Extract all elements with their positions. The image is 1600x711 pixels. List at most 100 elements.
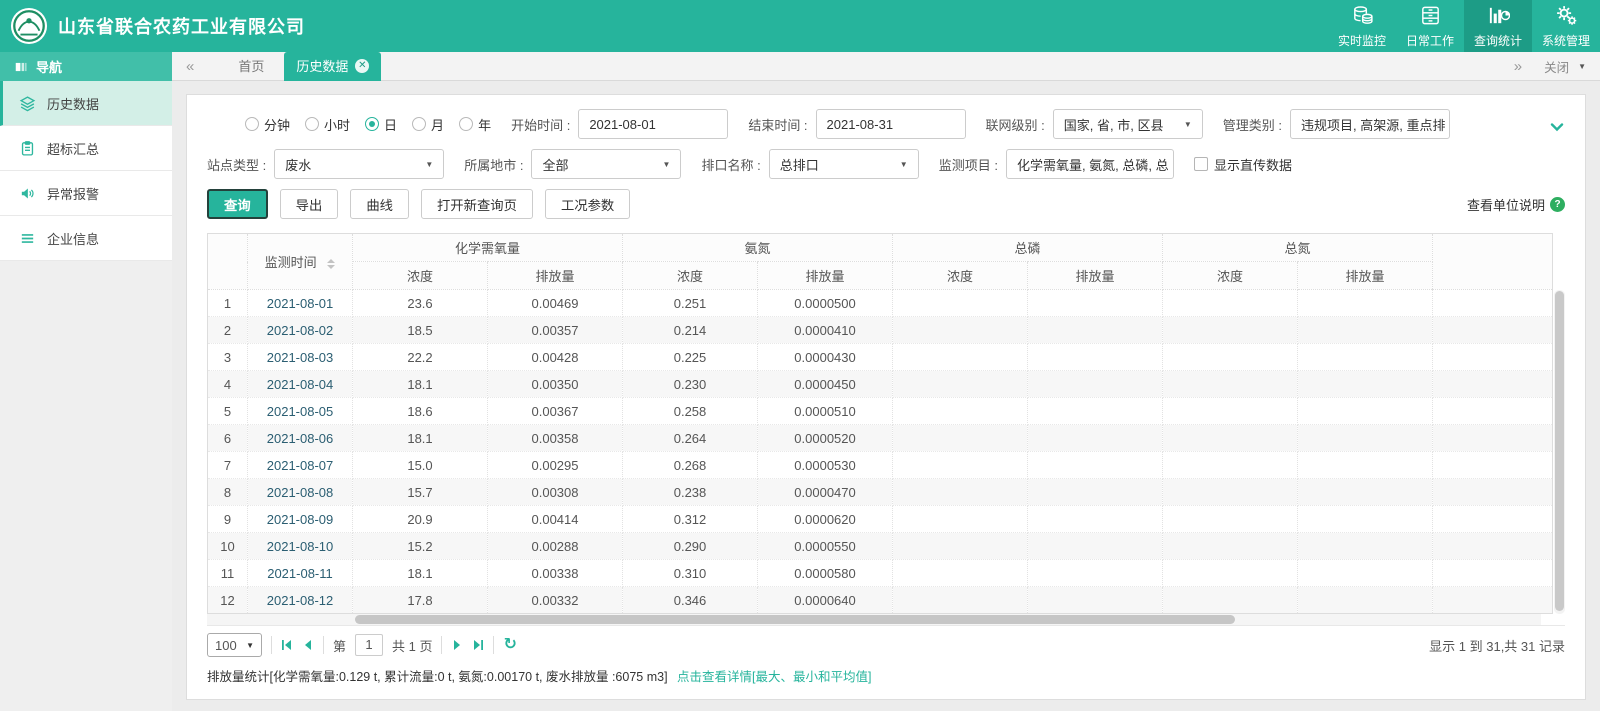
tab-home[interactable]: 首页 — [218, 52, 284, 81]
query-button[interactable]: 查询 — [207, 189, 268, 219]
table-row[interactable]: 8 2021-08-08 15.7 0.00308 0.238 0.0000470 — [207, 478, 1553, 506]
row-value — [1297, 397, 1434, 425]
row-value — [892, 586, 1029, 614]
first-page-button[interactable] — [281, 639, 293, 651]
radio-minute[interactable]: 分钟 — [245, 115, 290, 134]
help-icon[interactable]: ? — [1550, 196, 1565, 212]
close-tabs-menu[interactable]: 关闭 ▼ — [1544, 57, 1586, 76]
topnav-query-statistics[interactable]: 查询统计 — [1464, 0, 1532, 52]
new-query-page-button[interactable]: 打开新查询页 — [420, 189, 533, 219]
page-size-value: 100 — [215, 637, 237, 653]
sidebar-item-label: 企业信息 — [47, 231, 100, 247]
row-value: 18.1 — [352, 370, 488, 398]
table-row[interactable]: 3 2021-08-03 22.2 0.00428 0.225 0.0000430 — [207, 343, 1553, 371]
filter-row-1: 分钟 小时 日 月 年 开始时间 : 2021-08-01 结束时间 : 202… — [207, 109, 1565, 139]
database-icon — [1351, 4, 1374, 30]
prev-page-button[interactable] — [302, 639, 314, 651]
last-page-button[interactable] — [472, 639, 484, 651]
manage-type-select[interactable]: 违规项目, 高架源, 重点排 ▼ — [1290, 109, 1451, 139]
topnav-realtime-monitor[interactable]: 实时监控 — [1328, 0, 1396, 52]
sub-header-emis: 排放量 — [757, 261, 894, 290]
sidebar-item-history-data[interactable]: 历史数据 — [0, 81, 172, 126]
scrollbar-thumb[interactable] — [1555, 291, 1564, 611]
collapse-filters-icon[interactable] — [1549, 119, 1565, 138]
row-value: 0.0000580 — [757, 559, 894, 587]
page-size-select[interactable]: 100 ▼ — [207, 633, 262, 657]
monitor-item-select[interactable]: 化学需氧量, 氨氮, 总磷, 总 ▼ — [1005, 149, 1174, 179]
curve-button[interactable]: 曲线 — [350, 189, 409, 219]
station-type-select[interactable]: 废水 ▼ — [274, 149, 445, 179]
row-index: 7 — [207, 451, 248, 479]
network-level-select[interactable]: 国家, 省, 市, 区县 ▼ — [1052, 109, 1203, 139]
row-value — [1027, 370, 1164, 398]
checkbox-icon[interactable] — [1193, 157, 1208, 171]
start-time-input[interactable]: 2021-08-01 — [578, 109, 729, 139]
table-row[interactable]: 4 2021-08-04 18.1 0.00350 0.230 0.0000450 — [207, 370, 1553, 398]
unit-help[interactable]: 查看单位说明 ? — [1467, 195, 1565, 214]
row-value: 0.346 — [622, 586, 759, 614]
city-select[interactable]: 全部 ▼ — [531, 149, 682, 179]
row-value: 0.00414 — [487, 505, 624, 533]
row-value — [892, 505, 1029, 533]
table-row[interactable]: 6 2021-08-06 18.1 0.00358 0.264 0.0000520 — [207, 424, 1553, 452]
sidebar-title: 导航 — [36, 60, 63, 75]
manage-type-label: 管理类别 : — [1222, 117, 1283, 133]
export-button[interactable]: 导出 — [279, 189, 339, 219]
topnav-daily-work[interactable]: 日常工作 — [1396, 0, 1464, 52]
radio-month[interactable]: 月 — [412, 115, 444, 134]
table-row[interactable]: 2 2021-08-02 18.5 0.00357 0.214 0.0000410 — [207, 316, 1553, 344]
row-index: 8 — [207, 478, 248, 506]
time-column-header[interactable]: 监测时间 — [247, 233, 353, 290]
history-data-table: 监测时间 化学需氧量 氨氮 总磷 总氮 浓度 排放量 浓度 排放量 浓度 排放量… — [207, 233, 1553, 614]
row-value — [1162, 289, 1299, 317]
row-date: 2021-08-10 — [247, 532, 353, 560]
page-number-input[interactable]: 1 — [355, 634, 384, 656]
radio-hour[interactable]: 小时 — [305, 115, 350, 134]
direct-data-checkbox-wrap[interactable]: 显示直传数据 — [1193, 155, 1292, 174]
sidebar-item-exceedance-summary[interactable]: 超标汇总 — [0, 126, 172, 171]
next-page-button[interactable] — [451, 639, 463, 651]
table-row[interactable]: 10 2021-08-10 15.2 0.00288 0.290 0.0000550 — [207, 532, 1553, 560]
unit-help-label: 查看单位说明 — [1466, 197, 1545, 213]
sidebar-item-enterprise-info[interactable]: 企业信息 — [0, 216, 172, 261]
row-value — [1297, 289, 1434, 317]
topnav-system-management[interactable]: 系统管理 — [1532, 0, 1600, 52]
radio-year[interactable]: 年 — [459, 115, 491, 134]
table-row[interactable]: 12 2021-08-12 17.8 0.00332 0.346 0.0000640 — [207, 586, 1553, 614]
row-date: 2021-08-11 — [247, 559, 353, 587]
sidebar-item-abnormal-alarm[interactable]: 异常报警 — [0, 171, 172, 216]
row-value — [892, 370, 1029, 398]
table-row[interactable]: 5 2021-08-05 18.6 0.00367 0.258 0.0000510 — [207, 397, 1553, 425]
radio-label: 日 — [384, 117, 398, 133]
view-detail-link[interactable]: 点击查看详情[最大、最小和平均值] — [677, 670, 871, 684]
row-value: 0.290 — [622, 532, 759, 560]
separator — [493, 636, 495, 654]
table-row[interactable]: 1 2021-08-01 23.6 0.00469 0.251 0.0000500 — [207, 289, 1553, 317]
refresh-icon[interactable]: ↻ — [503, 637, 516, 653]
tabs-scroll-left-icon[interactable]: « — [186, 52, 194, 81]
row-date: 2021-08-02 — [247, 316, 353, 344]
tab-history-data[interactable]: 历史数据 ✕ — [284, 51, 382, 81]
row-index: 12 — [207, 586, 248, 614]
scrollbar-thumb[interactable] — [355, 615, 1236, 624]
outlet-select[interactable]: 总排口 ▼ — [768, 149, 919, 179]
chevron-down-icon: ▼ — [899, 159, 908, 169]
row-date: 2021-08-12 — [247, 586, 353, 614]
table-row[interactable]: 11 2021-08-11 18.1 0.00338 0.310 0.0000580 — [207, 559, 1553, 587]
toolbar: 查询 导出 曲线 打开新查询页 工况参数 查看单位说明 ? — [207, 189, 1565, 219]
tab-close-icon[interactable]: ✕ — [355, 59, 370, 73]
tabs-scroll-right-icon[interactable]: » — [1514, 52, 1522, 81]
row-value — [1297, 451, 1434, 479]
vertical-scrollbar[interactable] — [1554, 290, 1565, 614]
table-row[interactable]: 9 2021-08-09 20.9 0.00414 0.312 0.0000620 — [207, 505, 1553, 533]
table-zone: 监测时间 化学需氧量 氨氮 总磷 总氮 浓度 排放量 浓度 排放量 浓度 排放量… — [207, 233, 1565, 625]
top-nav: 实时监控 日常工作 查询统计 系统管理 — [1328, 0, 1600, 52]
sort-icon[interactable] — [327, 258, 336, 269]
select-value: 国家, 省, 市, 区县 — [1063, 117, 1164, 133]
row-value — [1297, 505, 1434, 533]
condition-params-button[interactable]: 工况参数 — [544, 189, 631, 219]
table-row[interactable]: 7 2021-08-07 15.0 0.00295 0.268 0.0000530 — [207, 451, 1553, 479]
horizontal-scrollbar[interactable] — [207, 614, 1541, 625]
end-time-input[interactable]: 2021-08-31 — [815, 109, 966, 139]
radio-day[interactable]: 日 — [365, 115, 397, 134]
